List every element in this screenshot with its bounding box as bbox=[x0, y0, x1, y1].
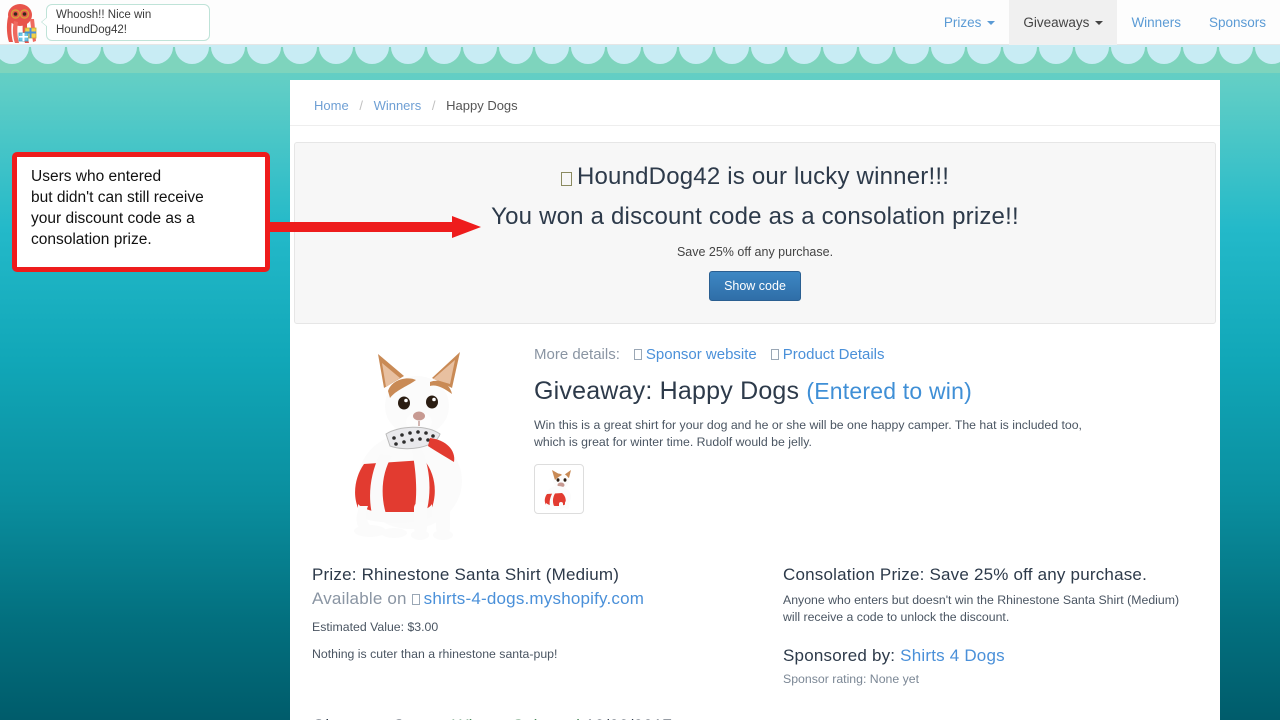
nav-item-prizes[interactable]: Prizes bbox=[930, 0, 1010, 45]
giveaway-description: Win this is a great shirt for your dog a… bbox=[534, 418, 1082, 449]
main-content-card: Home / Winners / Happy Dogs HoundDog42 i… bbox=[290, 80, 1220, 720]
prize-column: Prize: Rhinestone Santa Shirt (Medium) A… bbox=[304, 565, 769, 686]
annotation-line-4: consolation prize. bbox=[31, 231, 152, 248]
sponsored-by-label: Sponsored by: bbox=[783, 646, 896, 665]
annotation-line-2: but didn't can still receive bbox=[31, 189, 204, 206]
consolation-column: Consolation Prize: Save 25% off any purc… bbox=[769, 565, 1196, 686]
nav-item-winners[interactable]: Winners bbox=[1117, 0, 1195, 45]
giveaway-info: More details: Sponsor website Product Deta… bbox=[514, 342, 1196, 551]
giveaway-status: Giveaway Status: Winner Selected 12/02/2… bbox=[312, 716, 1196, 720]
prize-thumbnail[interactable] bbox=[534, 464, 584, 514]
consolation-description: Anyone who enters but doesn't win the Rh… bbox=[783, 593, 1180, 624]
speech-line-1: Whoosh!! Nice win bbox=[56, 9, 152, 21]
annotation-callout: Users who entered but didn't can still r… bbox=[12, 152, 270, 272]
mascot-logo[interactable] bbox=[0, 0, 46, 45]
giveaway-detail-body: More details: Sponsor website Product Deta… bbox=[290, 324, 1220, 551]
more-details-label: More details: bbox=[534, 346, 620, 363]
speech-line-2: HoundDog42! bbox=[56, 24, 127, 36]
dog-in-santa-dress-image bbox=[312, 346, 497, 551]
entered-status-badge: (Entered to win) bbox=[806, 378, 972, 404]
prize-availability: Available on shirts-4-dogs.myshopify.com bbox=[312, 589, 769, 609]
top-navigation-bar: Whoosh!! Nice win HoundDog42! Prizes Giv… bbox=[0, 0, 1280, 45]
sponsor-rating: Sponsor rating: None yet bbox=[783, 672, 920, 686]
sponsor-website-text: Sponsor website bbox=[645, 346, 757, 363]
external-link-icon bbox=[770, 349, 779, 360]
nav-item-sponsors[interactable]: Sponsors bbox=[1195, 0, 1280, 45]
prize-photo bbox=[304, 342, 514, 551]
status-badge: Winner Selected bbox=[452, 716, 580, 720]
winner-announcement: HoundDog42 is our lucky winner!!! bbox=[315, 163, 1195, 191]
shop-url-link[interactable]: shirts-4-dogs.myshopify.com bbox=[424, 589, 644, 608]
nav-label-winners: Winners bbox=[1131, 15, 1181, 30]
breadcrumb-winners[interactable]: Winners bbox=[374, 98, 422, 113]
external-link-icon bbox=[411, 594, 420, 605]
breadcrumb-home[interactable]: Home bbox=[314, 98, 349, 113]
annotation-line-3: your discount code as a bbox=[31, 210, 195, 227]
octopus-mascot-icon bbox=[6, 3, 37, 43]
scallop-shape bbox=[0, 45, 1280, 73]
estimated-value: Estimated Value: $3.00 bbox=[312, 620, 439, 634]
consolation-heading: Consolation Prize: Save 25% off any purc… bbox=[783, 565, 1148, 584]
annotation-line-1: Users who entered bbox=[31, 168, 162, 185]
nav-label-prizes: Prizes bbox=[943, 15, 982, 30]
status-date: 12/02/2017 bbox=[585, 716, 672, 720]
nav-item-giveaways[interactable]: Giveaways bbox=[1009, 0, 1118, 45]
red-arrow-icon bbox=[262, 216, 481, 238]
prize-heading: Prize: Rhinestone Santa Shirt (Medium) bbox=[312, 565, 620, 584]
discount-subtext: Save 25% off any purchase. bbox=[676, 245, 834, 259]
sponsored-by-row: Sponsored by: Shirts 4 Dogs bbox=[783, 646, 1196, 666]
available-on-label: Available on bbox=[312, 589, 407, 608]
breadcrumb: Home / Winners / Happy Dogs bbox=[290, 80, 1220, 126]
more-details-row: More details: Sponsor website Product Deta… bbox=[534, 346, 1196, 363]
prize-columns: Prize: Rhinestone Santa Shirt (Medium) A… bbox=[290, 551, 1220, 686]
giveaway-status-section: Giveaway Status: Winner Selected 12/02/2… bbox=[290, 686, 1220, 720]
scalloped-divider bbox=[0, 45, 1280, 73]
nav-label-sponsors: Sponsors bbox=[1208, 15, 1266, 30]
breadcrumb-current: Happy Dogs bbox=[446, 98, 518, 113]
page-title: Giveaway: Happy Dogs (Entered to win) bbox=[534, 377, 1196, 406]
chevron-down-icon bbox=[1095, 20, 1104, 25]
chevron-down-icon bbox=[987, 20, 996, 25]
external-link-icon bbox=[633, 349, 642, 360]
show-code-button[interactable]: Show code bbox=[709, 271, 801, 301]
dog-thumbnail-image bbox=[538, 468, 580, 510]
sponsor-name-link[interactable]: Shirts 4 Dogs bbox=[900, 646, 1005, 665]
product-details-link[interactable]: Product Details bbox=[770, 346, 885, 363]
main-nav: Prizes Giveaways Winners Sponsors bbox=[930, 0, 1280, 45]
sponsor-website-link[interactable]: Sponsor website bbox=[633, 346, 757, 363]
trophy-icon bbox=[560, 172, 572, 186]
breadcrumb-separator: / bbox=[359, 98, 363, 113]
product-details-text: Product Details bbox=[782, 346, 885, 363]
status-label: Giveaway Status: bbox=[312, 716, 447, 720]
nav-label-giveaways: Giveaways bbox=[1023, 15, 1090, 30]
breadcrumb-separator: / bbox=[431, 98, 436, 113]
mascot-speech-bubble: Whoosh!! Nice win HoundDog42! bbox=[41, 4, 210, 41]
winner-announcement-text: HoundDog42 is our lucky winner!!! bbox=[576, 163, 950, 190]
annotation-arrow bbox=[262, 214, 487, 240]
giveaway-title-text: Giveaway: Happy Dogs bbox=[534, 377, 800, 405]
prize-tagline: Nothing is cuter than a rhinestone santa… bbox=[312, 647, 558, 661]
